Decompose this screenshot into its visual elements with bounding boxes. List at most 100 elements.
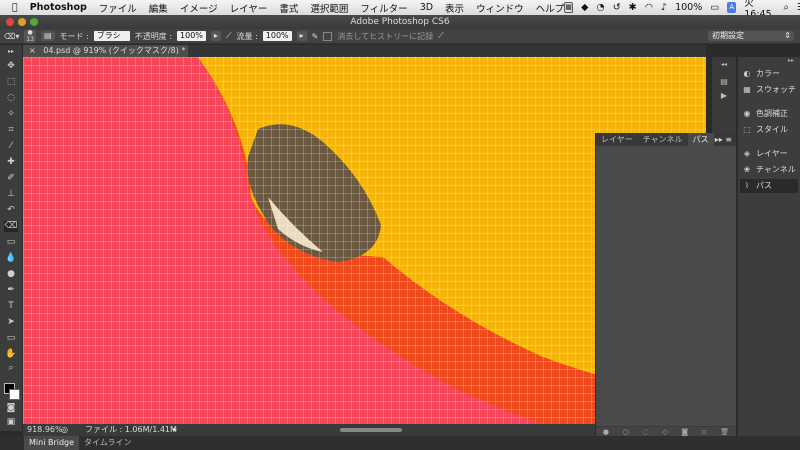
mode-select[interactable]: ブラシ	[93, 31, 130, 41]
styles-icon: ⬚	[743, 125, 751, 134]
app-menu[interactable]: Photoshop	[30, 2, 87, 13]
dock-adjustments[interactable]: ◉ 色調補正	[740, 107, 798, 121]
menu-window[interactable]: ウィンドウ	[476, 1, 524, 15]
dock-layers[interactable]: ◈ レイヤー	[740, 147, 798, 161]
input-mode-icon[interactable]: A	[727, 2, 737, 13]
load-selection-icon[interactable]: ◌	[642, 428, 648, 436]
menu-file[interactable]: ファイル	[99, 1, 137, 15]
type-tool-icon[interactable]: T	[4, 301, 18, 312]
flow-input[interactable]: 100%	[262, 31, 292, 41]
lasso-tool-icon[interactable]: ◌	[4, 93, 18, 104]
document-tab[interactable]: × 04.psd @ 919% (クイックマスク/8) *	[23, 45, 188, 57]
tab-mini-bridge[interactable]: Mini Bridge	[24, 436, 80, 450]
dock-swatches[interactable]: ▦ スウォッチ	[740, 83, 798, 97]
brush-size-value[interactable]: 13	[26, 36, 34, 43]
wifi-icon[interactable]: ◠	[645, 2, 653, 13]
stroke-path-icon[interactable]: ○	[623, 428, 629, 436]
actions-panel-icon[interactable]: ▶	[718, 91, 730, 101]
chevron-updown-icon: ⇕	[784, 31, 791, 40]
hand-tool-icon[interactable]: ✋	[4, 349, 18, 360]
eraser-tool-icon[interactable]: ⌫	[4, 221, 18, 232]
menu-filter[interactable]: フィルター	[360, 1, 407, 15]
opacity-input[interactable]: 100%	[177, 31, 206, 41]
collapse-strip-icon[interactable]: ◂◂	[718, 61, 730, 71]
fill-path-icon[interactable]: ●	[603, 428, 609, 436]
background-color-swatch[interactable]	[9, 389, 20, 400]
add-mask-icon[interactable]: ◙	[681, 428, 688, 436]
status-icon[interactable]: ◎	[61, 424, 68, 436]
dock-paths[interactable]: ⌇ パス	[740, 179, 798, 193]
dock-label: カラー	[756, 69, 780, 78]
dropbox-icon[interactable]: ◆	[581, 2, 588, 13]
dock-collapse-icon[interactable]: ▸▸	[788, 57, 794, 64]
menu-select[interactable]: 選択範囲	[310, 1, 348, 15]
menu-layer[interactable]: レイヤー	[230, 1, 268, 15]
make-path-icon[interactable]: ◇	[662, 428, 667, 436]
menu-help[interactable]: ヘルプ	[536, 1, 565, 15]
blur-tool-icon[interactable]: 💧	[4, 253, 18, 264]
horizontal-scrollbar[interactable]	[340, 428, 402, 432]
zoom-tool-icon[interactable]: ⌕	[4, 363, 18, 374]
opacity-dropdown-icon[interactable]: ▸	[210, 31, 221, 41]
delete-path-icon[interactable]: 🗑	[720, 428, 729, 436]
history-brush-tool-icon[interactable]: ↶	[4, 205, 18, 216]
menu-image[interactable]: イメージ	[180, 1, 218, 15]
shape-tool-icon[interactable]: ▭	[4, 333, 18, 344]
menu-extra-icon[interactable]: ▦	[564, 2, 574, 13]
tablet-pressure-icon[interactable]: ⟋	[438, 31, 444, 41]
workspace-select[interactable]: 初期設定 ⇕	[708, 31, 794, 41]
spotlight-icon[interactable]: ⌕	[784, 2, 789, 13]
dock-channels[interactable]: ❀ チャンネル	[740, 163, 798, 177]
apple-icon[interactable]: 	[12, 2, 18, 13]
bluetooth-icon[interactable]: ✱	[629, 2, 637, 13]
screen-mode-icon[interactable]: ▣	[4, 417, 18, 428]
tab-timeline[interactable]: タイムライン	[79, 436, 136, 450]
quick-mask-icon[interactable]: ◙	[4, 403, 18, 414]
menu-view[interactable]: 表示	[445, 1, 464, 15]
file-info[interactable]: ファイル : 1.06M/1.41M	[85, 424, 177, 436]
menu-edit[interactable]: 編集	[149, 1, 168, 15]
history-panel-icon[interactable]: ▤	[718, 77, 730, 87]
healing-brush-tool-icon[interactable]: ✚	[4, 157, 18, 168]
history-checkbox[interactable]	[323, 31, 333, 41]
battery-icon: ▭	[704, 2, 719, 13]
tab-layers[interactable]: レイヤー	[596, 133, 638, 146]
flow-dropdown-icon[interactable]: ▸	[296, 31, 307, 41]
airbrush-pressure-icon[interactable]: ⟋	[226, 31, 232, 41]
volume-icon[interactable]: ♪	[661, 2, 667, 13]
flow-label: 流量 :	[236, 31, 258, 41]
move-tool-icon[interactable]: ✥	[4, 61, 18, 72]
menu-type[interactable]: 書式	[279, 1, 298, 15]
menu-3d[interactable]: 3D	[420, 2, 433, 13]
panel-menu-icon[interactable]: ▸▸ ≡	[715, 133, 736, 146]
dodge-tool-icon[interactable]: ●	[4, 269, 18, 280]
dock-styles[interactable]: ⬚ スタイル	[740, 123, 798, 137]
zoom-window-button[interactable]	[30, 18, 38, 26]
timemachine-icon[interactable]: ↺	[613, 2, 621, 13]
path-select-tool-icon[interactable]: ➤	[4, 317, 18, 328]
gradient-tool-icon[interactable]: ▭	[4, 237, 18, 248]
brush-panel-icon[interactable]: ▤	[40, 31, 55, 41]
sync-icon[interactable]: ◔	[596, 2, 604, 13]
dock-color[interactable]: ◐ カラー	[740, 67, 798, 81]
airbrush-icon[interactable]: ✎	[312, 32, 319, 41]
eraser-tool-icon[interactable]: ⌫▾	[4, 32, 19, 41]
marquee-tool-icon[interactable]: ⬚	[4, 77, 18, 88]
eyedropper-tool-icon[interactable]: ⁄	[4, 141, 18, 152]
tab-paths[interactable]: パス	[687, 133, 714, 146]
close-window-button[interactable]	[6, 18, 14, 26]
close-tab-icon[interactable]: ×	[29, 46, 36, 55]
crop-tool-icon[interactable]: ⌗	[4, 125, 18, 136]
swatches-icon: ▦	[743, 85, 751, 94]
pen-tool-icon[interactable]: ✒	[4, 285, 18, 296]
tools-collapse-icon[interactable]: ▸▸	[4, 46, 18, 57]
new-path-icon[interactable]: ▫	[702, 428, 707, 436]
status-menu-icon[interactable]: ▸	[173, 424, 177, 436]
stamp-tool-icon[interactable]: ⊥	[4, 189, 18, 200]
minimize-window-button[interactable]	[18, 18, 26, 26]
tab-channels[interactable]: チャンネル	[638, 133, 688, 146]
quick-select-tool-icon[interactable]: ✧	[4, 109, 18, 120]
battery-label[interactable]: 100%	[675, 2, 702, 13]
brush-tool-icon[interactable]: ✐	[4, 173, 18, 184]
zoom-level[interactable]: 918.96%	[27, 424, 63, 436]
